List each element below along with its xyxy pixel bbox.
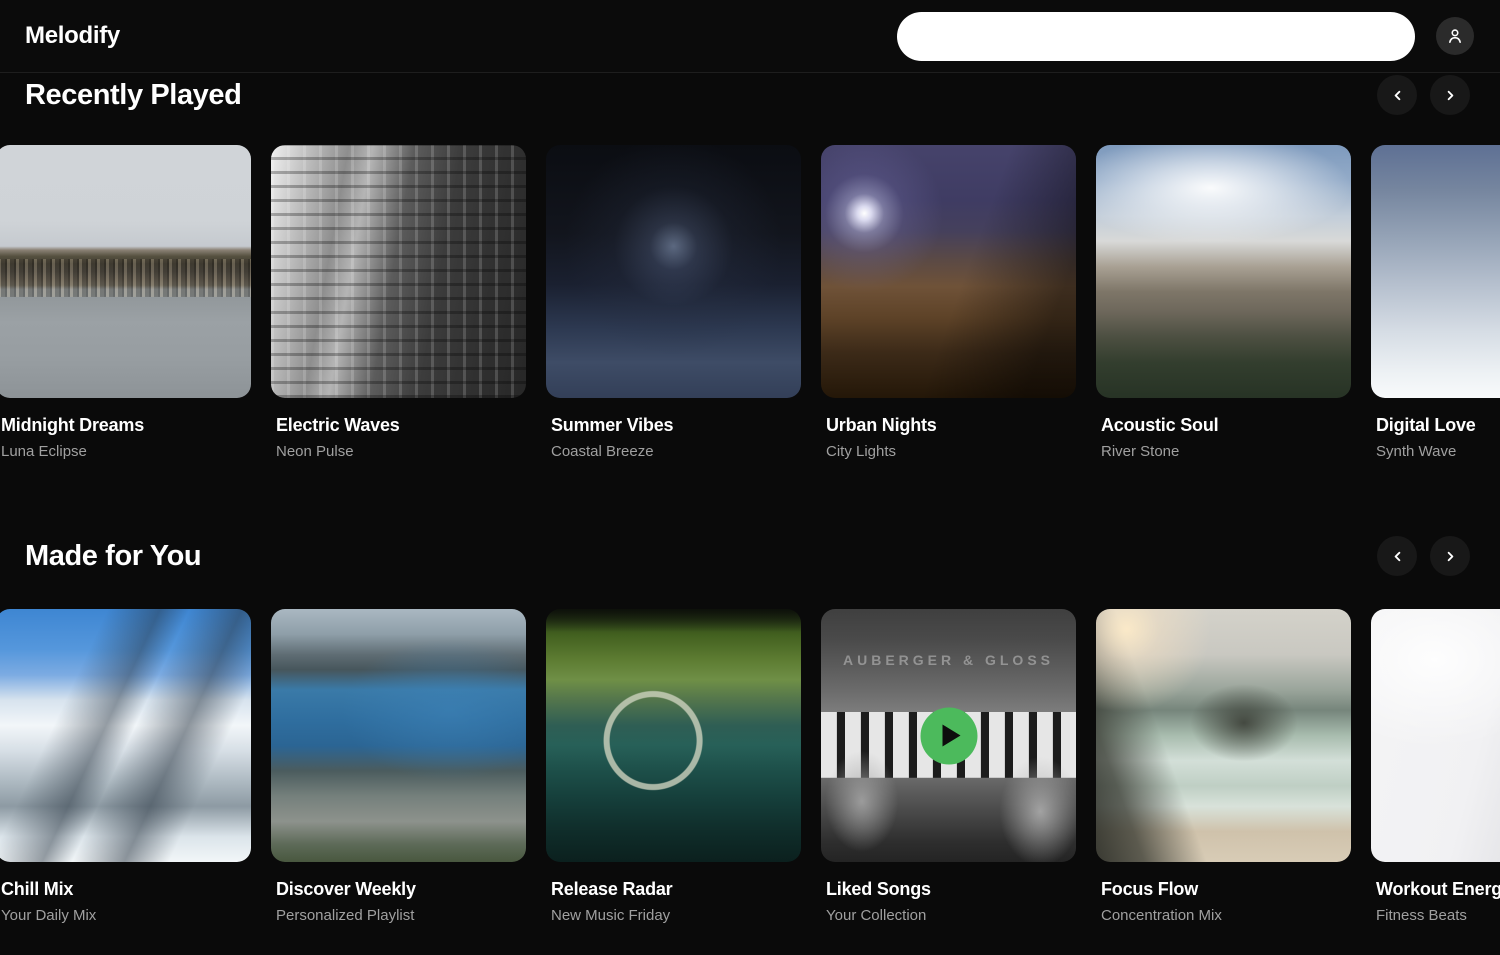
carousel-prev-button[interactable]	[1377, 536, 1417, 576]
album-art	[1371, 145, 1500, 398]
card-title: Liked Songs	[826, 879, 1076, 900]
album-art	[0, 145, 251, 398]
playlist-card[interactable]: Summer Vibes Coastal Breeze	[546, 145, 801, 460]
card-title: Urban Nights	[826, 415, 1076, 436]
album-art	[546, 609, 801, 862]
card-title: Digital Love	[1376, 415, 1500, 436]
album-art	[271, 145, 526, 398]
carousel-prev-button[interactable]	[1377, 75, 1417, 115]
user-icon	[1445, 26, 1465, 46]
section-title: Made for You	[25, 540, 1377, 573]
playlist-card[interactable]: Urban Nights City Lights	[821, 145, 1076, 460]
playlist-card[interactable]: Acoustic Soul River Stone	[1096, 145, 1351, 460]
card-subtitle: Neon Pulse	[276, 443, 526, 460]
album-art: AUBERGER & GLOSS	[821, 609, 1076, 862]
chevron-right-icon	[1443, 88, 1458, 103]
card-title: Release Radar	[551, 879, 801, 900]
playlist-card[interactable]: AUBERGER & GLOSS Liked Songs Your Collec…	[821, 609, 1076, 924]
chevron-right-icon	[1443, 549, 1458, 564]
carousel-next-button[interactable]	[1430, 75, 1470, 115]
card-subtitle: Your Collection	[826, 907, 1076, 924]
album-art	[271, 609, 526, 862]
section-title: Recently Played	[25, 79, 1377, 112]
card-subtitle: New Music Friday	[551, 907, 801, 924]
card-title: Discover Weekly	[276, 879, 526, 900]
playlist-card[interactable]: Release Radar New Music Friday	[546, 609, 801, 924]
card-subtitle: Your Daily Mix	[1, 907, 251, 924]
album-art	[546, 145, 801, 398]
card-title: Midnight Dreams	[1, 415, 251, 436]
playlist-card[interactable]: Digital Love Synth Wave	[1371, 145, 1500, 460]
card-subtitle: River Stone	[1101, 443, 1351, 460]
section-made-for-you: Made for You Chill Mix Your Daily Mix Di…	[0, 536, 1500, 924]
search-input[interactable]	[897, 12, 1415, 61]
playlist-card[interactable]: Electric Waves Neon Pulse	[271, 145, 526, 460]
app-logo[interactable]: Melodify	[25, 22, 120, 50]
card-subtitle: Luna Eclipse	[1, 443, 251, 460]
playlist-card[interactable]: Focus Flow Concentration Mix	[1096, 609, 1351, 924]
card-subtitle: Synth Wave	[1376, 443, 1500, 460]
play-button[interactable]	[920, 707, 977, 764]
card-title: Acoustic Soul	[1101, 415, 1351, 436]
card-title: Focus Flow	[1101, 879, 1351, 900]
app-header: Melodify	[0, 0, 1500, 73]
piano-brand-lettering: AUBERGER & GLOSS	[821, 652, 1076, 668]
chevron-left-icon	[1390, 549, 1405, 564]
carousel-next-button[interactable]	[1430, 536, 1470, 576]
chevron-left-icon	[1390, 88, 1405, 103]
card-subtitle: Personalized Playlist	[276, 907, 526, 924]
section-recently-played: Recently Played Midnight Dreams Luna Ecl…	[0, 75, 1500, 460]
album-art	[1096, 609, 1351, 862]
made-for-you-carousel: Chill Mix Your Daily Mix Discover Weekly…	[0, 609, 1500, 924]
card-title: Electric Waves	[276, 415, 526, 436]
card-title: Summer Vibes	[551, 415, 801, 436]
card-subtitle: Fitness Beats	[1376, 907, 1500, 924]
profile-button[interactable]	[1436, 17, 1474, 55]
playlist-card[interactable]: Chill Mix Your Daily Mix	[0, 609, 251, 924]
card-subtitle: Concentration Mix	[1101, 907, 1351, 924]
album-art	[1096, 145, 1351, 398]
card-subtitle: Coastal Breeze	[551, 443, 801, 460]
play-icon	[942, 725, 960, 747]
card-title: Workout Energy	[1376, 879, 1500, 900]
playlist-card[interactable]: Workout Energy Fitness Beats	[1371, 609, 1500, 924]
recently-played-carousel: Midnight Dreams Luna Eclipse Electric Wa…	[0, 145, 1500, 460]
card-subtitle: City Lights	[826, 443, 1076, 460]
playlist-card[interactable]: Midnight Dreams Luna Eclipse	[0, 145, 251, 460]
card-title: Chill Mix	[1, 879, 251, 900]
album-art	[0, 609, 251, 862]
album-art	[821, 145, 1076, 398]
album-art	[1371, 609, 1500, 862]
playlist-card[interactable]: Discover Weekly Personalized Playlist	[271, 609, 526, 924]
